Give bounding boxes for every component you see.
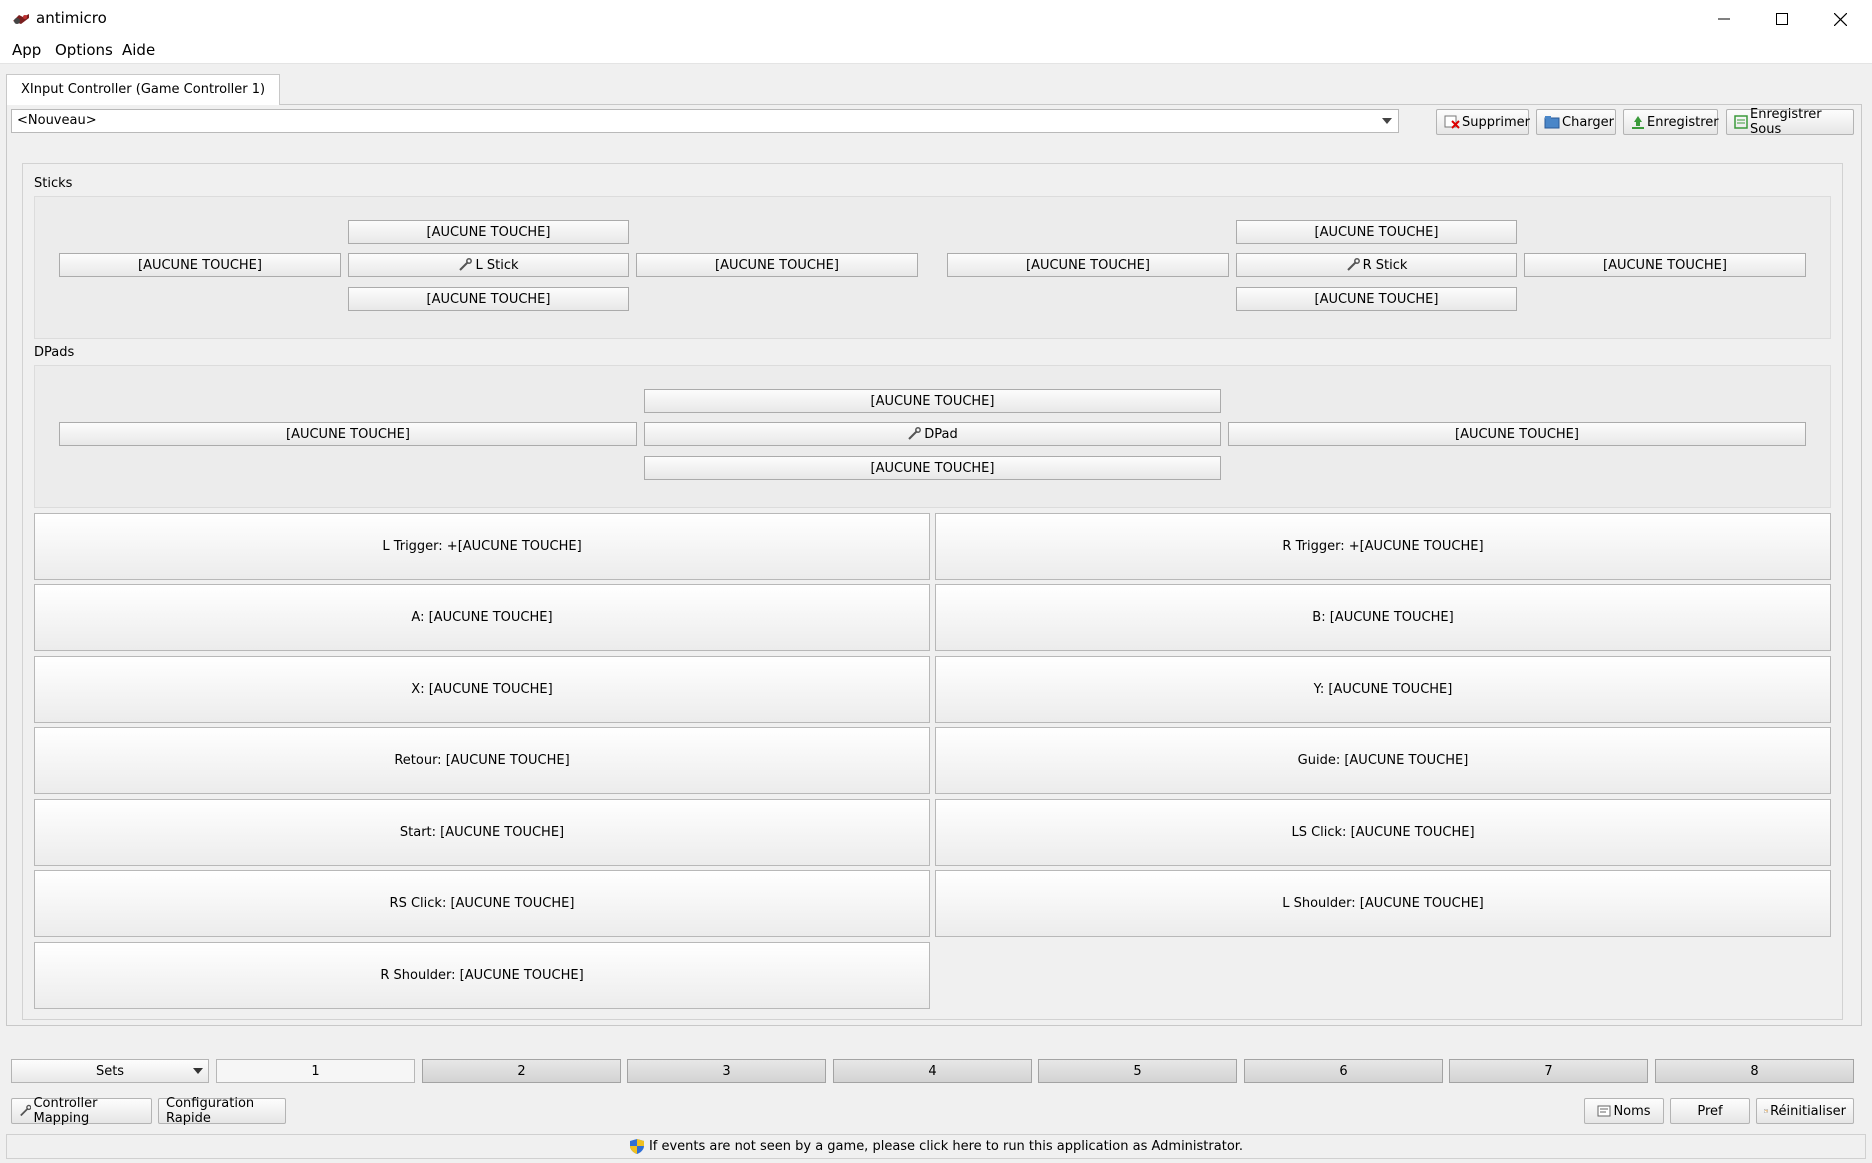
names-label: Noms xyxy=(1613,1103,1651,1119)
minimize-icon xyxy=(1718,18,1730,20)
left-stick-label: L Stick xyxy=(475,257,519,273)
guide-button[interactable]: Guide: [AUCUNE TOUCHE] xyxy=(935,727,1831,794)
delete-button-label: Supprimer xyxy=(1462,114,1530,130)
close-icon xyxy=(1833,12,1847,26)
delete-button[interactable]: Supprimer xyxy=(1436,109,1530,135)
status-message: If events are not seen by a game, please… xyxy=(648,1139,1244,1154)
controller-mapping-button[interactable]: Controller Mapping xyxy=(11,1096,152,1126)
save-button-label: Enregistrer xyxy=(1647,114,1719,130)
y-button[interactable]: Y: [AUCUNE TOUCHE] xyxy=(935,656,1831,723)
x-button[interactable]: X: [AUCUNE TOUCHE] xyxy=(34,656,930,723)
reset-button[interactable]: Réinitialiser xyxy=(1756,1098,1854,1124)
set-5-button[interactable]: 5 xyxy=(1038,1059,1237,1083)
quick-config-button[interactable]: Configuration Rapide xyxy=(158,1096,286,1126)
profile-select[interactable]: <Nouveau> xyxy=(11,109,1399,133)
set-6-button[interactable]: 6 xyxy=(1244,1059,1443,1083)
menu-help[interactable]: Aide xyxy=(122,41,155,59)
right-stick-up-button[interactable]: [AUCUNE TOUCHE] xyxy=(1236,220,1517,244)
maximize-icon xyxy=(1776,13,1788,25)
chevron-down-icon xyxy=(193,1068,203,1074)
names-button[interactable]: Noms xyxy=(1584,1098,1664,1124)
prefs-button[interactable]: Pref xyxy=(1670,1098,1750,1124)
wrench-icon xyxy=(908,427,922,440)
tab-controller-1[interactable]: XInput Controller (Game Controller 1) xyxy=(6,74,281,105)
reset-icon xyxy=(1764,1109,1768,1113)
sets-select[interactable]: Sets xyxy=(11,1059,209,1083)
load-button-label: Charger xyxy=(1562,114,1614,130)
dpads-group-label: DPads xyxy=(34,345,75,360)
set-7-button[interactable]: 7 xyxy=(1449,1059,1648,1083)
save-as-button[interactable]: Enregistrer Sous xyxy=(1726,107,1854,137)
wrench-icon xyxy=(20,1104,32,1117)
a-button[interactable]: A: [AUCUNE TOUCHE] xyxy=(34,584,930,651)
reset-label: Réinitialiser xyxy=(1770,1103,1846,1119)
minimize-button[interactable] xyxy=(1695,0,1753,38)
rs-click-button[interactable]: RS Click: [AUCUNE TOUCHE] xyxy=(34,870,930,937)
profile-select-value: <Nouveau> xyxy=(17,113,97,128)
gamepad-app-icon xyxy=(13,14,29,24)
chevron-down-icon xyxy=(1382,118,1392,124)
set-2-button[interactable]: 2 xyxy=(422,1059,621,1083)
dpad-button[interactable]: DPad xyxy=(644,422,1221,446)
right-stick-down-button[interactable]: [AUCUNE TOUCHE] xyxy=(1236,287,1517,311)
delete-icon xyxy=(1444,115,1460,129)
window-title: antimicro xyxy=(36,9,107,27)
ls-click-button[interactable]: LS Click: [AUCUNE TOUCHE] xyxy=(935,799,1831,866)
title-bar xyxy=(0,0,1872,38)
save-icon xyxy=(1632,116,1644,129)
dpad-up-button[interactable]: [AUCUNE TOUCHE] xyxy=(644,389,1221,413)
right-stick-left-button[interactable]: [AUCUNE TOUCHE] xyxy=(947,253,1229,277)
l-trigger-button[interactable]: L Trigger: +[AUCUNE TOUCHE] xyxy=(34,513,930,580)
right-stick-label: R Stick xyxy=(1362,257,1408,273)
right-stick-right-button[interactable]: [AUCUNE TOUCHE] xyxy=(1524,253,1806,277)
set-3-button[interactable]: 3 xyxy=(627,1059,826,1083)
admin-status-bar[interactable]: If events are not seen by a game, please… xyxy=(6,1134,1866,1159)
l-shoulder-button[interactable]: L Shoulder: [AUCUNE TOUCHE] xyxy=(935,870,1831,937)
quick-config-label: Configuration Rapide xyxy=(166,1096,255,1126)
save-as-icon xyxy=(1734,115,1748,129)
close-button[interactable] xyxy=(1811,0,1869,38)
left-stick-down-button[interactable]: [AUCUNE TOUCHE] xyxy=(348,287,629,311)
back-button[interactable]: Retour: [AUCUNE TOUCHE] xyxy=(34,727,930,794)
menu-options[interactable]: Options xyxy=(55,41,113,59)
left-stick-button[interactable]: L Stick xyxy=(348,253,629,277)
left-stick-right-button[interactable]: [AUCUNE TOUCHE] xyxy=(636,253,918,277)
folder-icon xyxy=(1544,116,1560,129)
dpad-left-button[interactable]: [AUCUNE TOUCHE] xyxy=(59,422,637,446)
b-button[interactable]: B: [AUCUNE TOUCHE] xyxy=(935,584,1831,651)
save-button[interactable]: Enregistrer xyxy=(1623,109,1719,135)
dpad-down-button[interactable]: [AUCUNE TOUCHE] xyxy=(644,456,1221,480)
left-stick-left-button[interactable]: [AUCUNE TOUCHE] xyxy=(59,253,341,277)
wrench-icon xyxy=(1346,258,1360,271)
names-icon xyxy=(1597,1105,1611,1117)
right-stick-button[interactable]: R Stick xyxy=(1236,253,1517,277)
load-button[interactable]: Charger xyxy=(1536,109,1616,135)
r-shoulder-button[interactable]: R Shoulder: [AUCUNE TOUCHE] xyxy=(34,942,930,1009)
controller-mapping-label: Controller Mapping xyxy=(33,1096,98,1126)
sticks-group-label: Sticks xyxy=(34,176,73,191)
r-trigger-button[interactable]: R Trigger: +[AUCUNE TOUCHE] xyxy=(935,513,1831,580)
left-stick-up-button[interactable]: [AUCUNE TOUCHE] xyxy=(348,220,629,244)
dpad-right-button[interactable]: [AUCUNE TOUCHE] xyxy=(1228,422,1806,446)
wrench-icon xyxy=(459,258,473,271)
save-as-button-label: Enregistrer Sous xyxy=(1750,107,1822,137)
set-1-button[interactable]: 1 xyxy=(216,1059,415,1083)
maximize-button[interactable] xyxy=(1753,0,1811,38)
sets-select-label: Sets xyxy=(95,1063,125,1079)
start-button[interactable]: Start: [AUCUNE TOUCHE] xyxy=(34,799,930,866)
shield-icon xyxy=(629,1139,644,1154)
menu-bar xyxy=(0,38,1872,64)
dpad-label: DPad xyxy=(924,426,958,442)
set-4-button[interactable]: 4 xyxy=(833,1059,1032,1083)
prefs-label: Pref xyxy=(1697,1103,1723,1119)
set-8-button[interactable]: 8 xyxy=(1655,1059,1854,1083)
menu-app[interactable]: App xyxy=(12,41,41,59)
